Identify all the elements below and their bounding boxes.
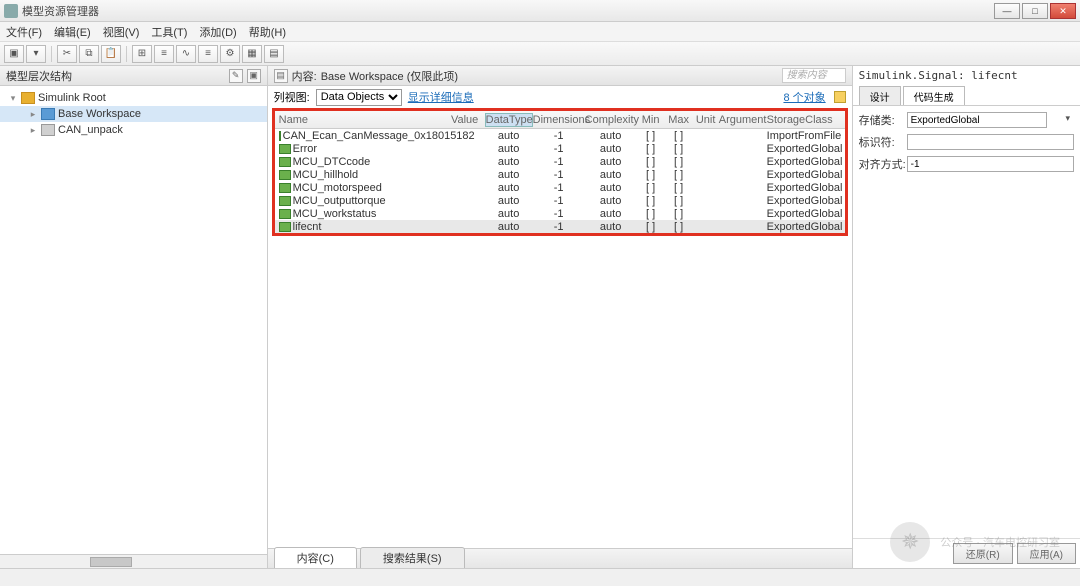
filter-icon[interactable] [834, 91, 846, 103]
contents-path: Base Workspace (仅限此项) [321, 68, 458, 84]
storage-class-label: 存储类: [859, 112, 907, 128]
table-header: Name Value DataType Dimensions Complexit… [275, 111, 845, 129]
object-count[interactable]: 8 个对象 [783, 89, 825, 105]
signal-icon [279, 209, 291, 219]
contents-pane: ▤ 内容: Base Workspace (仅限此项) 搜索内容 列视图: Da… [268, 66, 853, 568]
menu-file[interactable]: 文件(F) [6, 24, 42, 40]
signal-title: Simulink.Signal: lifecnt [853, 66, 1080, 86]
toolbar-bus-icon[interactable]: ≡ [198, 45, 218, 63]
toolbar-new-icon[interactable]: ▣ [4, 45, 24, 63]
menubar: 文件(F) 编辑(E) 视图(V) 工具(T) 添加(D) 帮助(H) [0, 22, 1080, 42]
contents-icon: ▤ [274, 69, 288, 83]
menu-edit[interactable]: 编辑(E) [54, 24, 91, 40]
window-title: 模型资源管理器 [22, 3, 994, 19]
tab-results[interactable]: 搜索结果(S) [360, 547, 465, 568]
toolbar-grid-icon[interactable]: ⊞ [132, 45, 152, 63]
maximize-button[interactable]: □ [1022, 3, 1048, 19]
col-name[interactable]: Name [275, 114, 445, 126]
hierarchy-title: 模型层次结构 [6, 68, 72, 84]
toolbar-simulink-icon[interactable]: ▦ [242, 45, 262, 63]
titlebar: 模型资源管理器 — □ ✕ [0, 0, 1080, 22]
signal-icon [279, 222, 291, 232]
minimize-button[interactable]: — [994, 3, 1020, 19]
filter-select[interactable]: Data Objects [316, 89, 402, 106]
table-row[interactable]: MCU_workstatusauto-1auto[ ][ ]ExportedGl… [275, 207, 845, 220]
signal-icon [279, 170, 291, 180]
bottom-tabs: 内容(C) 搜索结果(S) [268, 548, 852, 568]
tab-codegen[interactable]: 代码生成 [903, 86, 965, 105]
close-button[interactable]: ✕ [1050, 3, 1076, 19]
tab-contents[interactable]: 内容(C) [274, 547, 357, 568]
col-min[interactable]: Min [637, 114, 665, 126]
identifier-input[interactable] [907, 134, 1074, 150]
data-table: Name Value DataType Dimensions Complexit… [272, 108, 848, 236]
properties-pane: Simulink.Signal: lifecnt 设计 代码生成 存储类: 标识… [853, 66, 1080, 568]
identifier-label: 标识符: [859, 134, 907, 150]
col-dimensions[interactable]: Dimensions [533, 114, 585, 126]
table-row[interactable]: MCU_DTCcodeauto-1auto[ ][ ]ExportedGloba… [275, 155, 845, 168]
app-icon [4, 4, 18, 18]
tree-item[interactable]: ▸CAN_unpack [0, 122, 267, 138]
tree-item[interactable]: ▾Simulink Root [0, 90, 267, 106]
signal-icon [279, 196, 291, 206]
hierarchy-pane: 模型层次结构 ✎ ▣ ▾Simulink Root▸Base Workspace… [0, 66, 268, 568]
toolbar-copy-icon[interactable]: ⧉ [79, 45, 99, 63]
toolbar: ▣ ▾ ✂ ⧉ 📋 ⊞ ≡ ∿ ≡ ⚙ ▦ ▤ [0, 42, 1080, 66]
revert-button[interactable]: 还原(R) [953, 543, 1013, 564]
hierarchy-tree: ▾Simulink Root▸Base Workspace▸CAN_unpack [0, 86, 267, 554]
search-input[interactable]: 搜索内容 [782, 68, 846, 83]
col-complexity[interactable]: Complexity [585, 114, 637, 126]
menu-view[interactable]: 视图(V) [103, 24, 140, 40]
table-row[interactable]: lifecntauto-1auto[ ][ ]ExportedGlobal [275, 220, 845, 233]
filter-label: 列视图: [274, 89, 310, 105]
collapse-icon[interactable]: ▣ [247, 69, 261, 83]
storage-class-select[interactable] [907, 112, 1047, 128]
signal-icon [279, 144, 291, 154]
menu-tools[interactable]: 工具(T) [151, 24, 187, 40]
col-argument[interactable]: Argument [719, 114, 767, 126]
toolbar-paste-icon[interactable]: 📋 [101, 45, 121, 63]
statusbar [0, 568, 1080, 586]
toolbar-open-icon[interactable]: ▾ [26, 45, 46, 63]
toolbar-signal-icon[interactable]: ∿ [176, 45, 196, 63]
alignment-label: 对齐方式: [859, 156, 907, 172]
table-row[interactable]: CAN_Ecan_CanMessage_0x18015182auto-1auto… [275, 129, 845, 142]
menu-add[interactable]: 添加(D) [199, 24, 236, 40]
alignment-input[interactable] [907, 156, 1074, 172]
signal-icon [279, 157, 291, 167]
apply-button[interactable]: 应用(A) [1017, 543, 1076, 564]
signal-icon [279, 131, 281, 141]
col-value[interactable]: Value [445, 114, 485, 126]
toolbar-config-icon[interactable]: ⚙ [220, 45, 240, 63]
signal-icon [279, 183, 291, 193]
table-row[interactable]: MCU_hillholdauto-1auto[ ][ ]ExportedGlob… [275, 168, 845, 181]
table-row[interactable]: Errorauto-1auto[ ][ ]ExportedGlobal [275, 142, 845, 155]
col-max[interactable]: Max [665, 114, 693, 126]
contents-label: 内容: [292, 68, 317, 84]
toolbar-library-icon[interactable]: ▤ [264, 45, 284, 63]
toolbar-cut-icon[interactable]: ✂ [57, 45, 77, 63]
col-datatype[interactable]: DataType [485, 113, 533, 127]
table-row[interactable]: MCU_motorspeedauto-1auto[ ][ ]ExportedGl… [275, 181, 845, 194]
edit-icon[interactable]: ✎ [229, 69, 243, 83]
tab-design[interactable]: 设计 [859, 86, 901, 105]
tree-item[interactable]: ▸Base Workspace [0, 106, 267, 122]
table-row[interactable]: MCU_outputtorqueauto-1auto[ ][ ]Exported… [275, 194, 845, 207]
hierarchy-scrollbar[interactable] [0, 554, 267, 568]
menu-help[interactable]: 帮助(H) [249, 24, 286, 40]
show-details-link[interactable]: 显示详细信息 [408, 89, 474, 105]
col-storageclass[interactable]: StorageClass [767, 114, 845, 126]
toolbar-param-icon[interactable]: ≡ [154, 45, 174, 63]
col-unit[interactable]: Unit [693, 114, 719, 126]
